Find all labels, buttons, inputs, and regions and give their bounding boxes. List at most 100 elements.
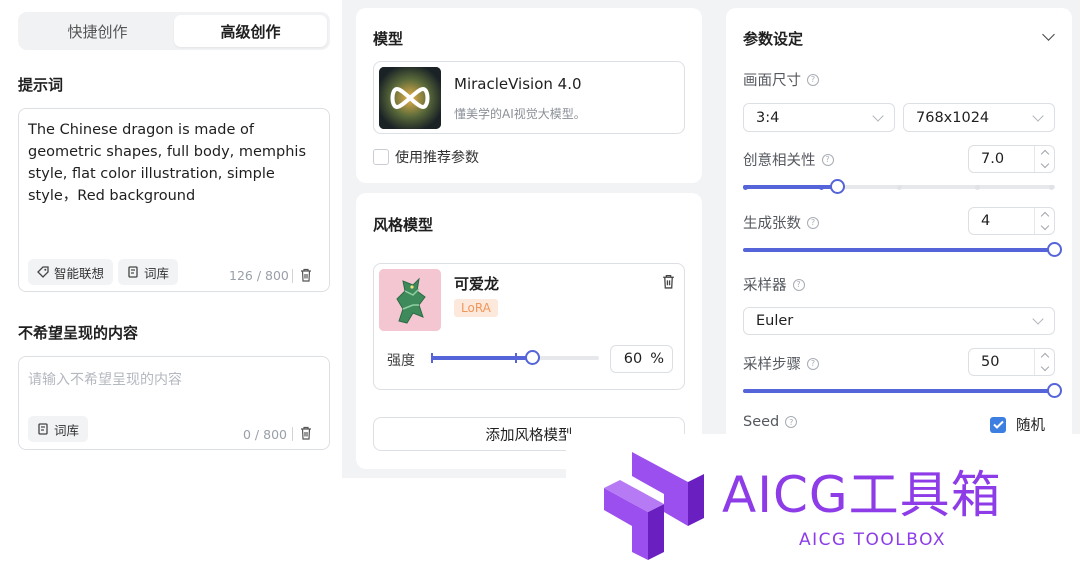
slider-tick xyxy=(975,184,980,190)
style-item: 可爱龙 LoRA 强度 60 % xyxy=(373,263,685,390)
prompt-text[interactable]: The Chinese dragon is made of geometric … xyxy=(28,119,318,207)
creativity-input[interactable]: 7.0 xyxy=(968,145,1055,173)
slider-tick xyxy=(897,184,902,190)
chevron-down-icon xyxy=(1032,313,1044,325)
steps-input[interactable]: 50 xyxy=(968,348,1055,376)
resolution-value: 768x1024 xyxy=(916,109,990,126)
tag-icon xyxy=(37,266,49,278)
style-thumbnail xyxy=(379,269,441,331)
watermark-subtitle: AICG TOOLBOX xyxy=(799,530,947,550)
creativity-slider[interactable] xyxy=(743,179,1055,195)
steps-label-row: 采样步骤 ? xyxy=(743,353,819,374)
help-icon[interactable]: ? xyxy=(807,216,819,229)
steps-value[interactable]: 50 xyxy=(981,354,999,370)
creativity-value[interactable]: 7.0 xyxy=(981,151,1004,167)
ratio-select[interactable]: 3:4 xyxy=(743,103,895,132)
document-icon xyxy=(128,266,138,278)
negative-counter: 0 / 800 xyxy=(243,427,287,442)
stepper-down-icon[interactable] xyxy=(1040,159,1049,169)
steps-slider[interactable] xyxy=(743,383,1062,399)
help-icon[interactable]: ? xyxy=(807,73,819,86)
count-stepper[interactable] xyxy=(1034,208,1054,234)
strength-slider[interactable] xyxy=(431,350,599,366)
tab-quick-create[interactable]: 快捷创作 xyxy=(21,15,174,47)
negative-prompt-field[interactable]: 请输入不希望呈现的内容 词库 0 / 800 xyxy=(18,356,330,450)
creativity-label-row: 创意相关性 ? xyxy=(743,149,834,170)
count-slider[interactable] xyxy=(743,242,1062,258)
slider-fill xyxy=(743,389,1055,393)
prompt-title: 提示词 xyxy=(18,76,64,94)
trash-icon[interactable] xyxy=(300,426,312,440)
slider-default-marker xyxy=(515,353,517,363)
miraclevision-logo-icon xyxy=(379,67,441,129)
help-icon[interactable]: ? xyxy=(821,153,834,166)
divider xyxy=(292,269,293,283)
model-description: 懂美学的AI视觉大模型。 xyxy=(454,107,586,121)
prompt-counter: 126 / 800 xyxy=(229,268,289,283)
smart-association-button[interactable]: 智能联想 xyxy=(28,259,114,285)
stepper-up-icon[interactable] xyxy=(1040,352,1049,362)
help-icon[interactable]: ? xyxy=(807,357,819,370)
seed-label-row: Seed ? xyxy=(743,414,798,430)
strength-input[interactable]: 60 % xyxy=(610,345,673,373)
stepper-down-icon[interactable] xyxy=(1040,362,1049,372)
model-name: MiracleVision 4.0 xyxy=(454,75,582,93)
chevron-down-icon xyxy=(872,109,884,122)
count-input[interactable]: 4 xyxy=(968,207,1055,235)
document-icon xyxy=(38,423,48,435)
slider-thumb[interactable] xyxy=(1047,383,1062,398)
creativity-label: 创意相关性 xyxy=(743,153,816,169)
steps-stepper[interactable] xyxy=(1034,349,1054,375)
random-checkbox[interactable] xyxy=(990,416,1006,433)
slider-tick xyxy=(1049,184,1054,190)
help-icon[interactable]: ? xyxy=(792,278,805,291)
chevron-down-icon xyxy=(1032,109,1044,122)
use-recommended-option[interactable]: 使用推荐参数 xyxy=(373,147,479,167)
random-seed-option[interactable]: 随机 xyxy=(990,414,1045,435)
strength-unit: % xyxy=(650,351,664,367)
slider-start-marker xyxy=(431,353,433,363)
count-value[interactable]: 4 xyxy=(981,213,990,229)
lexicon-button[interactable]: 词库 xyxy=(118,259,179,285)
slider-tick xyxy=(819,184,824,190)
negative-title: 不希望呈现的内容 xyxy=(18,324,139,342)
stepper-up-icon[interactable] xyxy=(1040,211,1049,221)
stepper-up-icon[interactable] xyxy=(1040,149,1049,159)
mode-tabs: 快捷创作 高级创作 xyxy=(18,12,330,50)
lora-badge: LoRA xyxy=(454,299,498,317)
aicg-logo-icon xyxy=(604,452,704,560)
collapse-chevron-icon[interactable] xyxy=(1042,28,1055,41)
slider-thumb[interactable] xyxy=(525,350,540,365)
sampler-value: Euler xyxy=(756,313,794,329)
model-thumbnail xyxy=(379,67,441,129)
stepper-down-icon[interactable] xyxy=(1040,221,1049,231)
resolution-select[interactable]: 768x1024 xyxy=(903,103,1055,132)
params-card: 参数设定 画面尺寸 ? 3:4 768x1024 创意相关性 ? 7.0 生成张 xyxy=(726,8,1072,448)
model-card: 模型 MiracleVision 4.0 懂美学的AI视觉大模型。 使用推荐参数 xyxy=(356,8,702,183)
sampler-select[interactable]: Euler xyxy=(743,307,1055,335)
strength-value[interactable]: 60 xyxy=(624,351,642,367)
size-label: 画面尺寸 xyxy=(743,73,801,89)
size-label-row: 画面尺寸 ? xyxy=(743,69,819,90)
use-recommended-label: 使用推荐参数 xyxy=(395,150,479,166)
sampler-label-row: 采样器 ? xyxy=(743,274,805,295)
style-item-name: 可爱龙 xyxy=(454,275,500,293)
use-recommended-checkbox[interactable] xyxy=(373,149,389,165)
divider xyxy=(292,427,293,441)
slider-thumb[interactable] xyxy=(1047,242,1062,257)
model-selector[interactable]: MiracleVision 4.0 懂美学的AI视觉大模型。 xyxy=(373,61,685,134)
negative-placeholder[interactable]: 请输入不希望呈现的内容 xyxy=(28,369,182,389)
slider-thumb[interactable] xyxy=(830,179,845,194)
negative-lexicon-button[interactable]: 词库 xyxy=(28,416,89,442)
trash-icon[interactable] xyxy=(662,274,675,289)
tab-advanced-create[interactable]: 高级创作 xyxy=(174,15,327,47)
help-icon[interactable]: ? xyxy=(785,416,798,428)
prompt-field[interactable]: The Chinese dragon is made of geometric … xyxy=(18,108,330,292)
creativity-stepper[interactable] xyxy=(1034,146,1054,172)
checkmark-icon xyxy=(992,420,1004,429)
watermark-area: AICG工具箱 AICG TOOLBOX xyxy=(566,434,1080,572)
seed-label: Seed xyxy=(743,414,780,430)
trash-icon[interactable] xyxy=(300,268,312,282)
ratio-value: 3:4 xyxy=(756,109,780,126)
dragon-icon xyxy=(379,269,441,331)
